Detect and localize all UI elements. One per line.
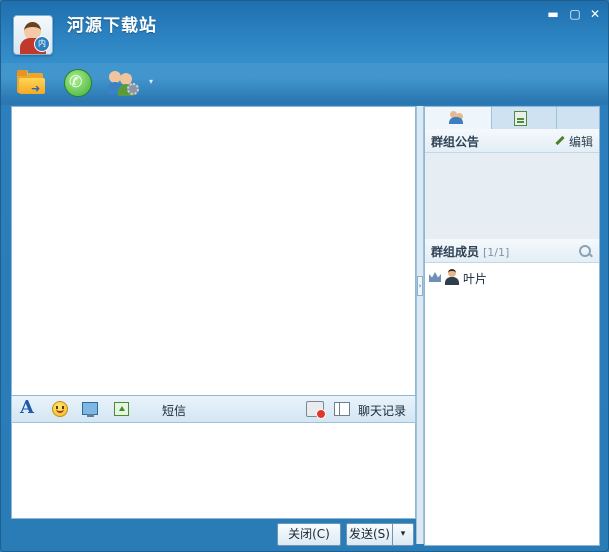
- folder-tab: [17, 70, 28, 76]
- announcement-content: [425, 153, 599, 239]
- members-icon: [449, 111, 465, 125]
- chevron-down-icon[interactable]: ▾: [149, 77, 153, 86]
- edit-announcement-button[interactable]: 编辑: [555, 133, 593, 150]
- members-title-text: 群组成员: [431, 245, 480, 259]
- announcement-title: 群组公告: [431, 135, 480, 149]
- member-count: [1/1]: [483, 246, 510, 259]
- screenshot-icon[interactable]: [82, 402, 98, 417]
- chat-history-area[interactable]: [11, 106, 416, 396]
- maximize-button[interactable]: ▢: [567, 7, 583, 21]
- side-panel: 群组公告 编辑 群组成员 [1/1] 叶片: [424, 106, 600, 546]
- main-toolbar: ➜ ✆ ▾: [1, 63, 608, 105]
- tab-members[interactable]: [425, 107, 492, 130]
- input-toolbar: A 短信 聊天记录: [11, 396, 416, 423]
- history-icon[interactable]: [334, 402, 350, 416]
- pencil-icon: [555, 135, 565, 146]
- folder-arrow: ➜: [31, 82, 41, 95]
- panel-splitter[interactable]: ›: [416, 106, 424, 544]
- gear-icon: [127, 83, 139, 95]
- close-window-button[interactable]: ✕: [587, 7, 603, 21]
- crown-icon: [429, 272, 441, 282]
- sms-button[interactable]: 短信: [162, 402, 186, 419]
- image-icon[interactable]: [114, 402, 129, 416]
- title-bar[interactable]: 内 河源下载站 ▬ ▢ ✕: [1, 1, 608, 63]
- member-name: 叶片: [463, 272, 488, 286]
- tab-files[interactable]: [492, 107, 557, 129]
- side-tabs: [425, 107, 599, 130]
- folder-icon[interactable]: ➜: [17, 69, 47, 97]
- chat-history-button[interactable]: 聊天记录: [358, 402, 406, 419]
- members-header: 群组成员 [1/1]: [425, 239, 599, 263]
- chat-window: 内 河源下载站 ▬ ▢ ✕ ➜ ✆ ▾ › A 短信 聊天记录 关闭(C) 发送…: [0, 0, 609, 552]
- phone-glyph: ✆: [69, 72, 83, 91]
- style-icon[interactable]: [306, 401, 326, 419]
- avatar-badge: 内: [34, 36, 50, 52]
- window-title: 河源下载站: [67, 16, 157, 36]
- font-icon[interactable]: A: [20, 397, 38, 418]
- edit-label: 编辑: [568, 135, 593, 149]
- tab-extra[interactable]: [557, 107, 599, 129]
- members-title: 群组成员 [1/1]: [431, 243, 509, 260]
- send-options-button[interactable]: ▾: [392, 523, 414, 546]
- phone-call-icon[interactable]: ✆: [63, 69, 93, 97]
- announcement-header: 群组公告 编辑: [425, 129, 599, 153]
- emoji-icon[interactable]: [52, 401, 68, 417]
- send-button[interactable]: 发送(S): [346, 523, 393, 546]
- file-icon: [514, 111, 527, 126]
- minimize-button[interactable]: ▬: [545, 7, 561, 21]
- close-button[interactable]: 关闭(C): [277, 523, 341, 546]
- message-input[interactable]: [11, 423, 416, 519]
- member-avatar-icon: [445, 269, 459, 285]
- search-icon[interactable]: [579, 245, 591, 257]
- collapse-arrow-icon[interactable]: ›: [417, 276, 423, 296]
- group-settings-icon[interactable]: [107, 69, 141, 97]
- group-avatar[interactable]: 内: [13, 15, 53, 55]
